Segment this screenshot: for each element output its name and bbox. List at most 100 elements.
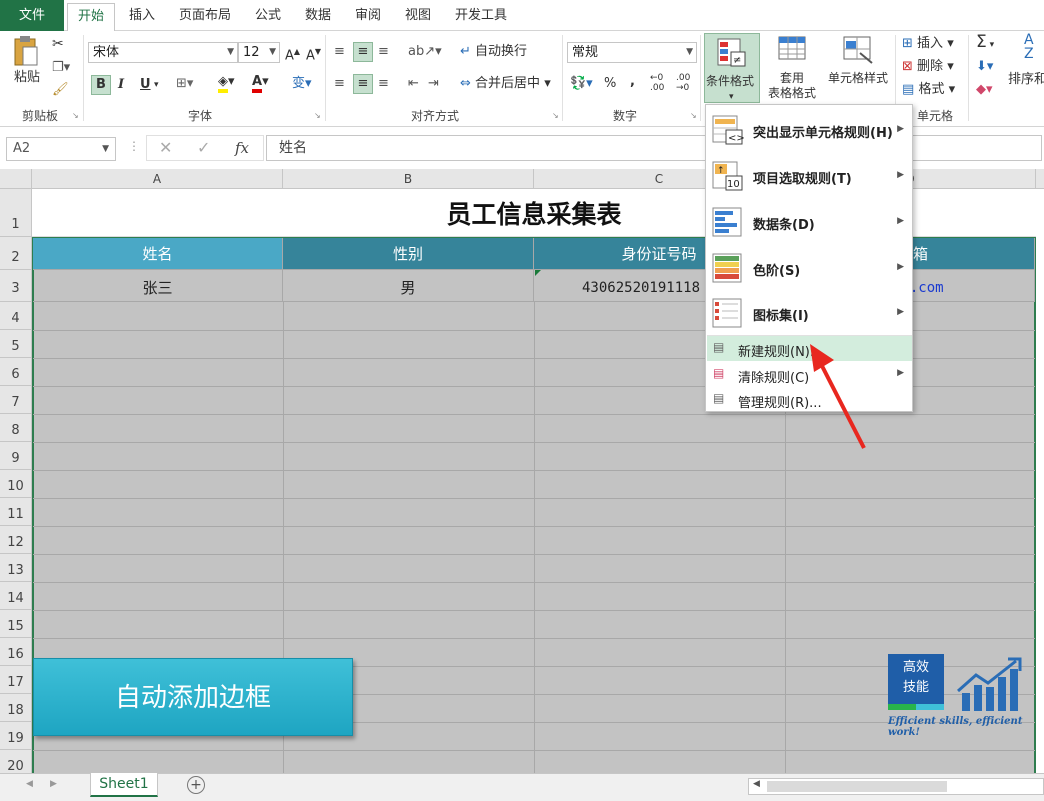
column-header-e[interactable] [1036, 169, 1044, 189]
tab-home[interactable]: 开始 [67, 3, 115, 32]
alignment-launcher-icon[interactable]: ↘ [552, 111, 559, 120]
insert-function-icon[interactable]: fx [235, 139, 249, 157]
tab-view[interactable]: 视图 [400, 3, 436, 31]
number-launcher-icon[interactable]: ↘ [690, 111, 697, 120]
align-top-icon[interactable]: ≡ [334, 43, 345, 61]
row-header[interactable]: 3 [0, 270, 32, 302]
merge-center-button[interactable]: ⇔ 合并后居中 ▾ [460, 75, 551, 93]
fill-icon[interactable]: ⬇▾ [976, 58, 993, 76]
tab-review[interactable]: 审阅 [350, 3, 386, 31]
increase-font-icon[interactable]: A▲ [285, 43, 300, 65]
orientation-icon[interactable]: ab↗▾ [408, 43, 442, 61]
row-header[interactable]: 5 [0, 330, 32, 358]
bold-button[interactable]: B [91, 75, 111, 95]
row-header[interactable]: 18 [0, 694, 32, 722]
align-middle-icon[interactable]: ≡ [353, 42, 373, 62]
font-launcher-icon[interactable]: ↘ [314, 111, 321, 120]
font-size-select[interactable]: 12 ▼ [238, 42, 280, 63]
row-header[interactable]: 20 [0, 750, 32, 773]
delete-cells-button[interactable]: ⊠ 删除 ▾ [902, 58, 954, 76]
header-cell-gender[interactable]: 性别 [283, 238, 534, 270]
align-center-icon[interactable]: ≡ [353, 74, 373, 94]
number-format-select[interactable]: 常规 ▼ [567, 42, 697, 63]
menu-item-color-scales[interactable]: 色阶(S) ▶ [707, 246, 912, 290]
decrease-indent-icon[interactable]: ⇤ [408, 75, 419, 93]
align-bottom-icon[interactable]: ≡ [378, 43, 389, 61]
font-name-select[interactable]: 宋体 ▼ [88, 42, 238, 63]
cancel-icon[interactable]: ✕ [159, 138, 172, 157]
scroll-left-icon[interactable]: ◀ [26, 779, 33, 789]
row-header[interactable]: 15 [0, 610, 32, 638]
wrap-text-button[interactable]: ↵ 自动换行 [460, 43, 527, 61]
auto-border-button[interactable]: 自动添加边框 [33, 658, 353, 736]
row-header[interactable]: 1 [0, 189, 32, 237]
format-painter-icon[interactable]: 🖌 [52, 81, 69, 99]
sort-filter-label[interactable]: 排序和 [1008, 71, 1044, 89]
scroll-left-icon[interactable]: ◀ [753, 779, 760, 789]
scrollbar-thumb[interactable] [767, 781, 947, 792]
copy-icon[interactable]: ❐▾ [52, 59, 70, 77]
paste-button[interactable]: 粘贴 [12, 35, 40, 85]
border-icon[interactable]: ⊞▾ [176, 75, 193, 93]
row-header[interactable]: 9 [0, 442, 32, 470]
row-header[interactable]: 8 [0, 414, 32, 442]
chevron-down-icon[interactable]: ▾ [154, 76, 159, 94]
increase-indent-icon[interactable]: ⇥ [428, 75, 439, 93]
select-all-corner[interactable] [0, 169, 32, 189]
tab-file[interactable]: 文件 [0, 0, 64, 31]
autosum-button[interactable]: Σ ▾ [976, 33, 994, 54]
row-header[interactable]: 13 [0, 554, 32, 582]
row-header[interactable]: 4 [0, 302, 32, 330]
menu-item-data-bars[interactable]: 数据条(D) ▶ [707, 200, 912, 244]
clipboard-launcher-icon[interactable]: ↘ [72, 111, 79, 120]
increase-decimal-icon[interactable]: ←0.00 [650, 73, 664, 93]
phonetic-icon[interactable]: 变▾ [292, 75, 312, 93]
currency-icon[interactable]: 💱▾ [570, 75, 593, 93]
row-header[interactable]: 16 [0, 638, 32, 666]
comma-button[interactable]: , [630, 73, 635, 91]
align-right-icon[interactable]: ≡ [378, 75, 389, 93]
menu-item-highlight-rules[interactable]: <> 突出显示单元格规则(H) ▶ [707, 108, 912, 152]
tab-formulas[interactable]: 公式 [250, 3, 286, 31]
scroll-right-icon[interactable]: ▶ [50, 779, 57, 789]
decrease-font-icon[interactable]: A▼ [306, 43, 321, 65]
row-header[interactable]: 6 [0, 358, 32, 386]
sort-filter-icon[interactable]: AZ [1024, 33, 1034, 61]
tab-page-layout[interactable]: 页面布局 [174, 3, 236, 31]
cell-b3[interactable]: 男 [283, 270, 534, 302]
row-header[interactable]: 19 [0, 722, 32, 750]
italic-button[interactable]: I [118, 76, 124, 94]
tab-developer[interactable]: 开发工具 [450, 3, 512, 31]
conditional-format-button[interactable]: ≠ 条件格式 ▾ [704, 33, 760, 103]
column-header-b[interactable]: B [283, 169, 534, 189]
sheet-tab-sheet1[interactable]: Sheet1 [90, 773, 158, 797]
clear-icon[interactable]: ◆▾ [976, 81, 993, 99]
menu-item-icon-sets[interactable]: 图标集(I) ▶ [707, 291, 912, 335]
percent-button[interactable]: % [604, 75, 616, 93]
tab-data[interactable]: 数据 [300, 3, 336, 31]
menu-item-top-bottom-rules[interactable]: ↑ 10 项目选取规则(T) ▶ [707, 154, 912, 198]
enter-icon[interactable]: ✓ [197, 138, 210, 157]
formula-input[interactable]: 姓名 [266, 135, 1042, 161]
row-header[interactable]: 2 [0, 237, 32, 270]
table-format-button[interactable]: 套用 表格格式 [762, 35, 822, 103]
format-cells-button[interactable]: ▤ 格式 ▾ [902, 81, 955, 99]
row-header[interactable]: 17 [0, 666, 32, 694]
fill-color-icon[interactable]: ◈▾ [218, 73, 235, 93]
column-header-a[interactable]: A [32, 169, 283, 189]
row-header[interactable]: 10 [0, 470, 32, 498]
add-sheet-icon[interactable]: + [187, 776, 205, 794]
cell-styles-button[interactable]: 单元格样式 [824, 35, 892, 103]
cut-icon[interactable]: ✂ [52, 35, 64, 53]
header-cell-name[interactable]: 姓名 [33, 238, 283, 270]
row-header[interactable]: 14 [0, 582, 32, 610]
align-left-icon[interactable]: ≡ [334, 75, 345, 93]
decrease-decimal-icon[interactable]: .00 →0 [676, 73, 690, 93]
row-header[interactable]: 11 [0, 498, 32, 526]
font-color-icon[interactable]: A▾ [252, 73, 269, 93]
insert-cells-button[interactable]: ⊞ 插入 ▾ [902, 35, 954, 53]
underline-button[interactable]: U [140, 76, 151, 94]
name-box[interactable]: A2 ▼ [6, 137, 116, 161]
row-header[interactable]: 7 [0, 386, 32, 414]
horizontal-scrollbar[interactable]: ◀ [748, 778, 1044, 795]
